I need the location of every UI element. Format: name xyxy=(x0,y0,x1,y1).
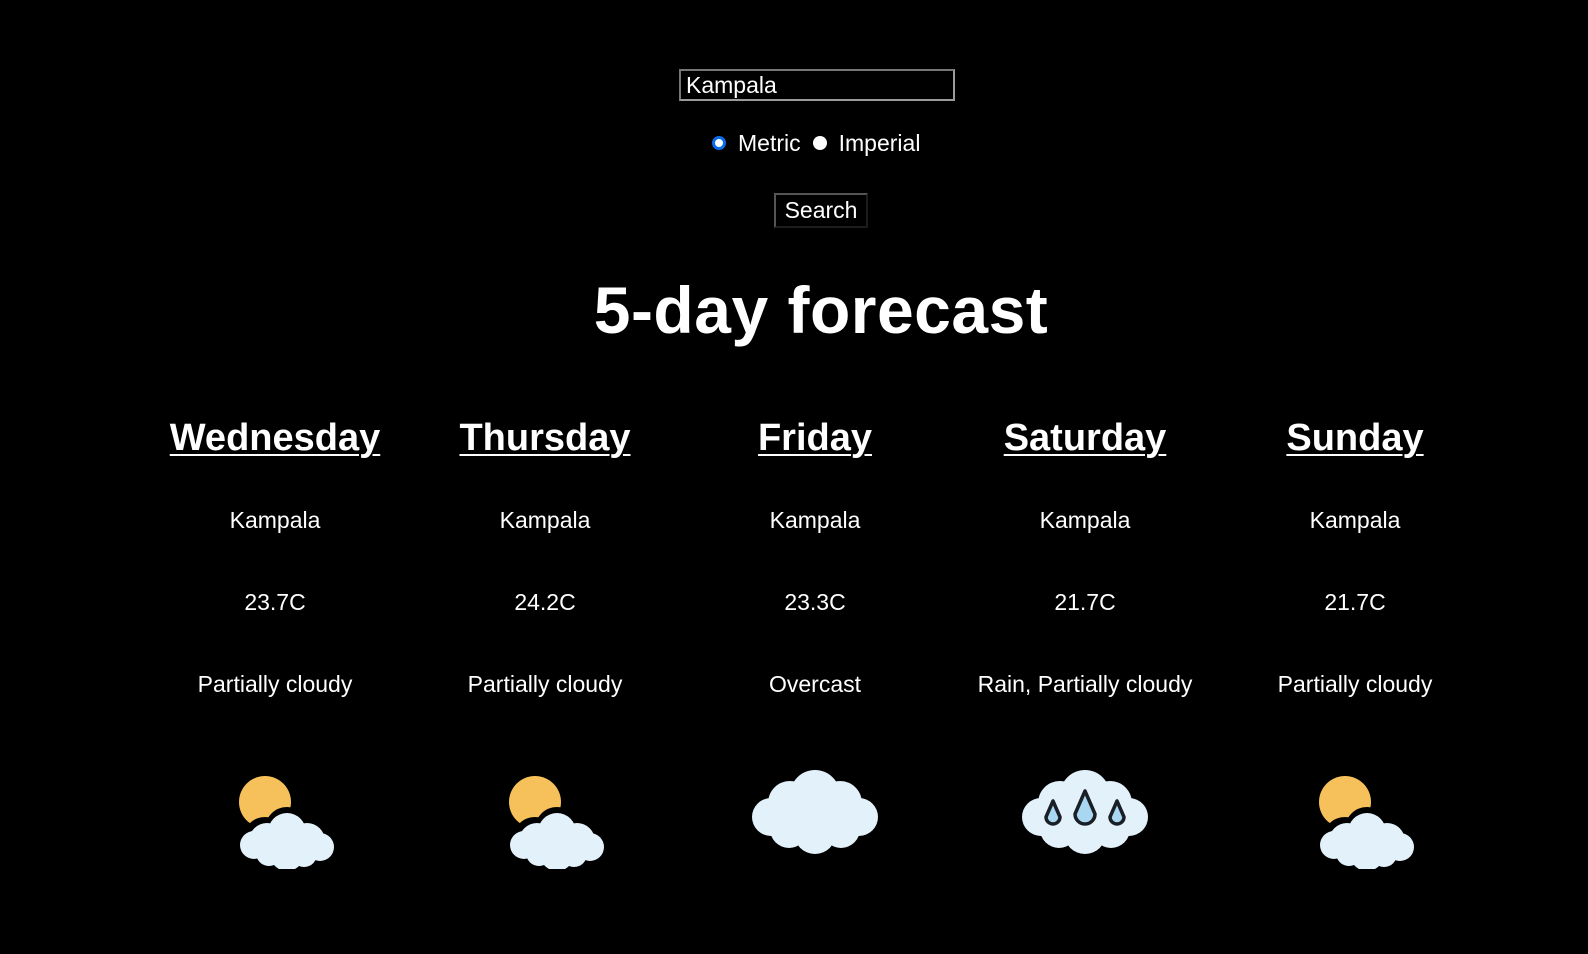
partly-cloudy-icon xyxy=(1315,776,1417,869)
day-condition: Partially cloudy xyxy=(197,671,353,697)
day-name[interactable]: Thursday xyxy=(410,410,680,466)
search-button[interactable]: Search xyxy=(774,193,868,228)
day-temperature: 21.7C xyxy=(1324,589,1386,615)
day-name[interactable]: Wednesday xyxy=(140,410,410,466)
day-temperature: 23.3C xyxy=(784,589,846,615)
day-city: Kampala xyxy=(1039,507,1131,533)
city-search-input[interactable] xyxy=(679,69,955,101)
day-card-thursday: Thursday Kampala 24.2C Partially cloudy xyxy=(410,410,680,869)
day-temperature: 21.7C xyxy=(1054,589,1116,615)
metric-label[interactable]: Metric xyxy=(738,130,801,157)
day-card-saturday: Saturday Kampala 21.7C Rain, Partially c… xyxy=(950,410,1220,854)
partly-cloudy-icon xyxy=(235,776,337,869)
day-card-wednesday: Wednesday Kampala 23.7C Partially cloudy xyxy=(140,410,410,869)
day-name[interactable]: Friday xyxy=(680,410,950,466)
forecast-row: Wednesday Kampala 23.7C Partially cloudy… xyxy=(0,410,1588,910)
imperial-label[interactable]: Imperial xyxy=(839,130,921,157)
day-city: Kampala xyxy=(499,507,591,533)
day-temperature: 24.2C xyxy=(514,589,576,615)
imperial-radio[interactable] xyxy=(812,136,827,150)
cloud-icon xyxy=(752,770,878,854)
day-card-friday: Friday Kampala 23.3C Overcast xyxy=(680,410,950,854)
day-name[interactable]: Saturday xyxy=(950,410,1220,466)
rain-cloud-icon xyxy=(1022,770,1148,854)
day-card-sunday: Sunday Kampala 21.7C Partially cloudy xyxy=(1220,410,1490,869)
day-name[interactable]: Sunday xyxy=(1220,410,1490,466)
page-title: 5-day forecast xyxy=(593,273,1049,347)
day-condition: Rain, Partially cloudy xyxy=(977,671,1193,697)
metric-radio[interactable] xyxy=(712,136,726,150)
day-condition: Partially cloudy xyxy=(1277,671,1433,697)
day-city: Kampala xyxy=(229,507,321,533)
day-city: Kampala xyxy=(1309,507,1401,533)
day-temperature: 23.7C xyxy=(244,589,306,615)
unit-selector: Metric Imperial xyxy=(712,128,932,158)
day-condition: Partially cloudy xyxy=(467,671,623,697)
day-condition: Overcast xyxy=(768,671,862,697)
partly-cloudy-icon xyxy=(505,776,607,869)
day-city: Kampala xyxy=(769,507,861,533)
